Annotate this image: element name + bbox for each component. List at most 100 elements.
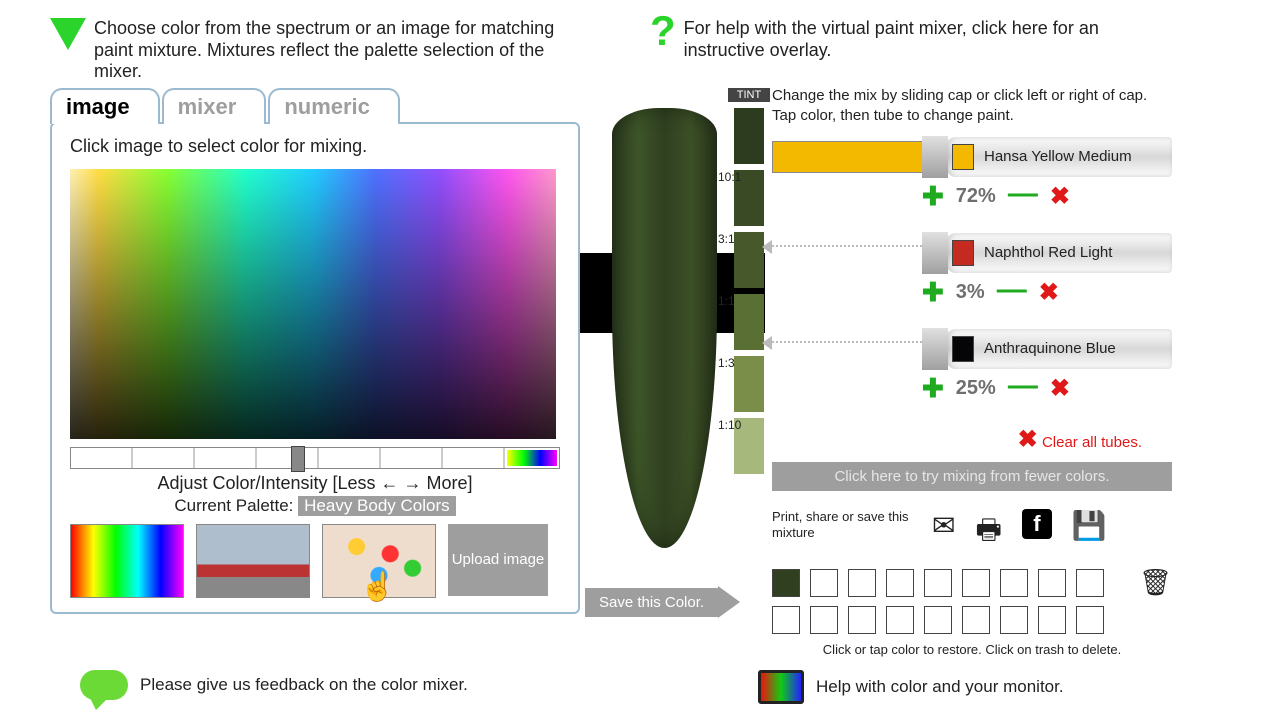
tube-pointer-icon — [772, 341, 922, 343]
thumb-spectrum[interactable] — [70, 524, 184, 598]
tube-paint-icon — [952, 240, 974, 266]
trash-icon[interactable]: 🗑 — [1139, 567, 1172, 598]
thumb-paints[interactable] — [322, 524, 436, 598]
increase-button[interactable]: ✚ — [922, 277, 944, 308]
save-color-button[interactable]: Save this Color. — [585, 586, 740, 618]
saved-swatch[interactable] — [772, 569, 800, 597]
tube-name: Anthraquinone Blue — [980, 337, 1120, 362]
tint-ratio: 10:1 — [718, 170, 741, 184]
tube-row-1: Hansa Yellow Medium ✚ 72% — ✖ — [772, 137, 1172, 229]
remove-button[interactable]: ✖ — [1050, 182, 1070, 211]
paint-tube[interactable]: Anthraquinone Blue — [946, 329, 1172, 369]
tube-paint-icon — [952, 144, 974, 170]
saved-swatch[interactable] — [1000, 569, 1028, 597]
feedback-link[interactable]: Please give us feedback on the color mix… — [80, 670, 468, 700]
arrow-right-icon — [718, 586, 740, 618]
saved-swatches: 🗑 — [772, 567, 1172, 634]
saved-swatch[interactable] — [886, 569, 914, 597]
saved-swatch[interactable] — [924, 569, 952, 597]
slider-swatches — [507, 450, 557, 466]
saved-swatch[interactable] — [1000, 606, 1028, 634]
mix-preview: TINT 10:1 3:1 1:1 1:3 1:10 — [580, 88, 770, 558]
intensity-slider[interactable] — [70, 447, 560, 469]
tint-swatch[interactable] — [734, 356, 764, 412]
save-color-label: Save this Color. — [585, 588, 718, 617]
tube-percent: 25% — [956, 377, 996, 400]
remove-button[interactable]: ✖ — [1050, 374, 1070, 403]
tube-cap[interactable] — [922, 232, 948, 274]
email-icon[interactable]: ✉ — [932, 509, 955, 542]
clear-all-label: Clear all tubes. — [1042, 434, 1142, 451]
print-icon[interactable]: 🖶 — [975, 509, 1001, 557]
increase-button[interactable]: ✚ — [922, 181, 944, 212]
share-label: Print, share or save this mixture — [772, 509, 912, 540]
saved-swatch[interactable] — [848, 606, 876, 634]
tab-bar: image mixer numeric — [50, 88, 580, 124]
tint-ratio: 3:1 — [718, 232, 735, 246]
saved-swatch[interactable] — [1038, 569, 1066, 597]
tab-image[interactable]: image — [50, 88, 160, 124]
palette-name[interactable]: Heavy Body Colors — [298, 496, 456, 516]
palette-line: Current Palette: Heavy Body Colors — [70, 496, 560, 516]
tube-percent: 72% — [956, 185, 996, 208]
tint-ratio: 1:1 — [718, 294, 735, 308]
upload-image-button[interactable]: Upload image — [448, 524, 548, 596]
tab-mixer[interactable]: mixer — [162, 88, 267, 124]
saved-swatch[interactable] — [886, 606, 914, 634]
color-spectrum[interactable] — [70, 169, 556, 439]
spectrum-panel: image mixer numeric Click image to selec… — [50, 88, 580, 614]
monitor-icon — [758, 670, 804, 704]
palette-label: Current Palette: — [174, 496, 293, 515]
tab-numeric[interactable]: numeric — [268, 88, 400, 124]
tube-percent: 3% — [956, 281, 985, 304]
saved-swatch[interactable] — [772, 606, 800, 634]
tube-name: Hansa Yellow Medium — [980, 145, 1136, 170]
saved-swatch[interactable] — [1038, 606, 1066, 634]
mixer-column: Change the mix by sliding cap or click l… — [772, 86, 1172, 657]
tube-paint-icon — [952, 336, 974, 362]
paint-stroke — [612, 108, 717, 548]
fewer-colors-button[interactable]: Click here to try mixing from fewer colo… — [772, 462, 1172, 491]
decrease-button[interactable]: — — [1008, 369, 1038, 403]
tube-pointer-icon — [772, 245, 922, 247]
tint-swatch[interactable] — [734, 108, 764, 164]
facebook-icon[interactable]: f — [1022, 509, 1052, 539]
saved-swatch[interactable] — [848, 569, 876, 597]
tint-ratio: 1:10 — [718, 418, 741, 432]
tint-swatch[interactable] — [734, 232, 764, 288]
intro-left-text: Choose color from the spectrum or an ima… — [94, 18, 590, 83]
saved-swatch[interactable] — [924, 606, 952, 634]
saved-swatch[interactable] — [810, 569, 838, 597]
monitor-help-link[interactable]: Help with color and your monitor. — [758, 670, 1064, 704]
remove-button[interactable]: ✖ — [1039, 278, 1059, 307]
save-icon[interactable]: 💾 — [1072, 509, 1107, 542]
tube-cap[interactable] — [922, 136, 948, 178]
tube-cap[interactable] — [922, 328, 948, 370]
share-row: Print, share or save this mixture ✉ 🖶 f … — [772, 509, 1172, 557]
tube-amount-bar[interactable] — [772, 141, 938, 173]
feedback-text: Please give us feedback on the color mix… — [140, 675, 468, 695]
intro-help[interactable]: ? For help with the virtual paint mixer,… — [650, 18, 1140, 61]
paint-tube[interactable]: Naphthol Red Light — [946, 233, 1172, 273]
tint-swatch[interactable] — [734, 294, 764, 350]
saved-swatch[interactable] — [962, 569, 990, 597]
saved-swatch[interactable] — [810, 606, 838, 634]
increase-button[interactable]: ✚ — [922, 373, 944, 404]
panel-instruction: Click image to select color for mixing. — [70, 136, 560, 157]
clear-all-button[interactable]: ✖ Clear all tubes. — [772, 425, 1142, 454]
monitor-help-text: Help with color and your monitor. — [816, 677, 1064, 697]
saved-swatch[interactable] — [962, 606, 990, 634]
mixer-instruction: Change the mix by sliding cap or click l… — [772, 86, 1172, 125]
thumb-barn[interactable] — [196, 524, 310, 598]
intensity-label: Adjust Color/Intensity [Less ← → More] — [70, 473, 560, 494]
intro-left: Choose color from the spectrum or an ima… — [50, 18, 590, 83]
slider-handle[interactable] — [291, 446, 305, 472]
saved-swatch[interactable] — [1076, 606, 1104, 634]
tube-name: Naphthol Red Light — [980, 241, 1116, 266]
saved-swatch[interactable] — [1076, 569, 1104, 597]
decrease-button[interactable]: — — [997, 273, 1027, 307]
swatch-hint: Click or tap color to restore. Click on … — [772, 642, 1172, 657]
paint-tube[interactable]: Hansa Yellow Medium — [946, 137, 1172, 177]
decrease-button[interactable]: — — [1008, 177, 1038, 211]
tint-header: TINT — [728, 88, 770, 102]
